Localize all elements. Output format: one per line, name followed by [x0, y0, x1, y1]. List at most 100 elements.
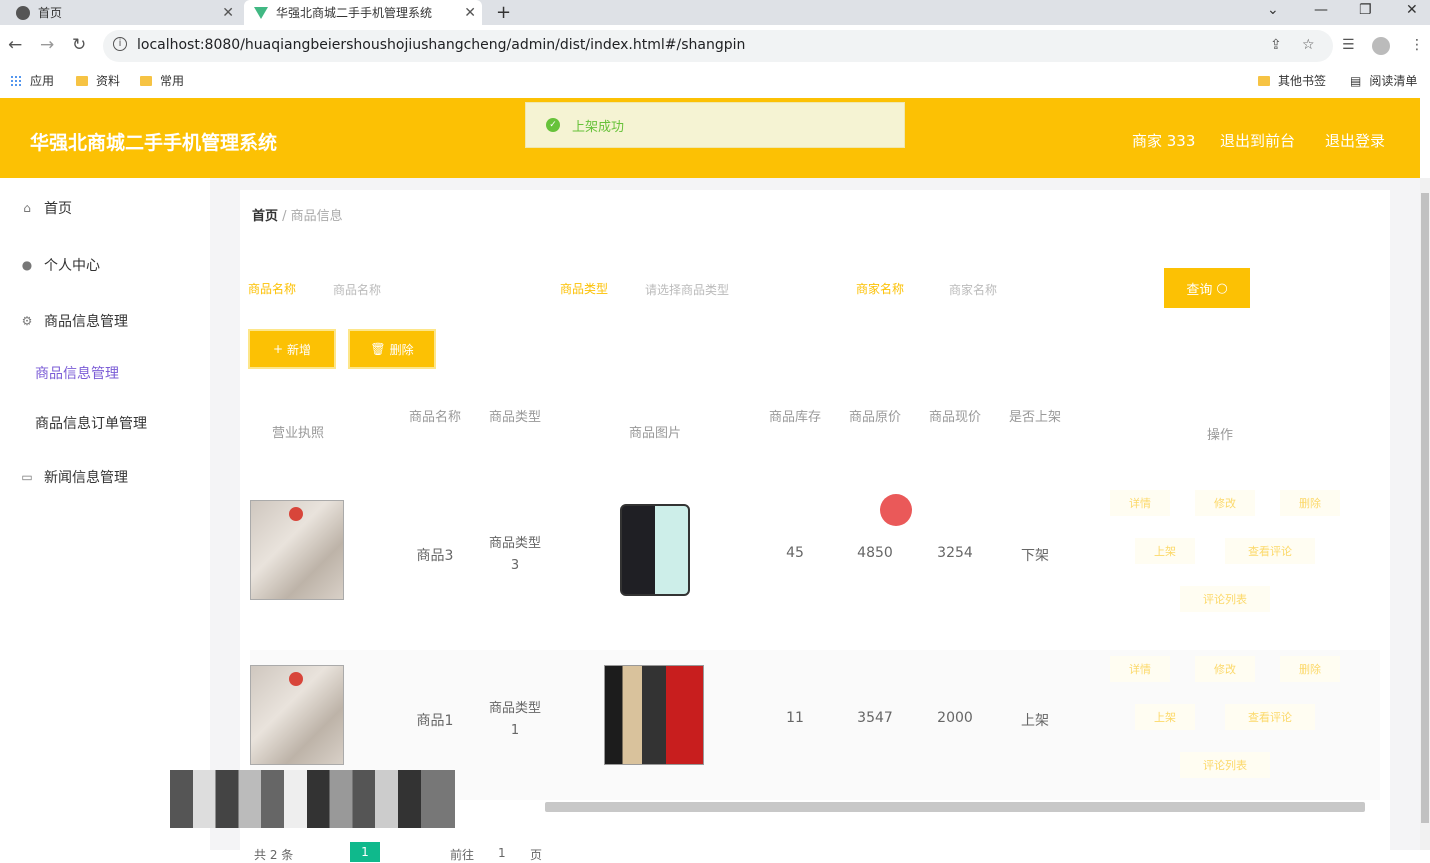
close-icon[interactable]: ✕ [464, 5, 476, 21]
bookmark-reading[interactable]: ▤ 阅读清单 [1350, 72, 1417, 89]
list-button[interactable]: 上架 [1135, 538, 1195, 564]
delete-label: 删除 [389, 342, 414, 357]
calendar-icon: ▭ [21, 470, 33, 484]
sidebar-item-label: 商品信息管理 [44, 314, 128, 330]
bookmark-label: 阅读清单 [1369, 74, 1418, 88]
close-icon[interactable]: ✕ [222, 5, 234, 21]
star-icon[interactable]: ☆ [1302, 37, 1315, 53]
view-comments-button[interactable]: 查看评论 [1225, 704, 1315, 730]
close-window-button[interactable]: ✕ [1406, 2, 1418, 18]
menu-icon[interactable]: ⋮ [1410, 37, 1424, 53]
add-button[interactable]: + 新增 [248, 329, 336, 369]
detail-button[interactable]: 详情 [1110, 656, 1170, 682]
edit-button[interactable]: 修改 [1195, 656, 1255, 682]
product-name-input[interactable]: 商品名称 [322, 272, 542, 302]
query-button[interactable]: 查询 ○ [1164, 268, 1250, 308]
info-icon[interactable]: i [113, 37, 127, 51]
type-line: 1 [510, 723, 520, 738]
content-panel: 首页 / 商品信息 商品名称 商品名称 商品类型 请选择商品类型 商家名称 商家… [240, 190, 1390, 862]
bookmark-label: 资料 [96, 74, 121, 88]
sidebar-subitem-order-manage[interactable]: 商品信息订单管理 [35, 413, 147, 433]
goto-input[interactable]: 1 [498, 846, 506, 860]
delete-row-button[interactable]: 删除 [1280, 656, 1340, 682]
logout-link[interactable]: 退出登录 [1325, 130, 1385, 151]
comment-list-button[interactable]: 评论列表 [1180, 586, 1270, 612]
restore-button[interactable]: ❐ [1359, 2, 1372, 18]
reload-icon[interactable]: ↻ [72, 35, 86, 55]
scrollbar-thumb[interactable] [1421, 193, 1429, 823]
sidebar-subitem-product-manage[interactable]: 商品信息管理 [35, 363, 119, 383]
column-header[interactable]: 商品现价 [910, 406, 1000, 425]
url-text: localhost:8080/huaqiangbeiershoushojiush… [137, 37, 746, 53]
listing-status: 下架 [1021, 548, 1049, 564]
original-price: 4850 [857, 545, 893, 561]
column-header[interactable]: 是否上架 [990, 406, 1080, 425]
edit-button[interactable]: 修改 [1195, 490, 1255, 516]
breadcrumb-home[interactable]: 首页 [252, 209, 278, 224]
breadcrumb-current: 商品信息 [290, 209, 343, 224]
product-image[interactable] [604, 665, 704, 765]
browser-tabbar: 首页 ✕ 华强北商城二手手机管理系统 ✕ + ⌄ — ❐ ✕ [0, 0, 1430, 25]
bookmark-folder[interactable]: 常用 [140, 72, 184, 89]
forward-icon[interactable]: → [40, 35, 54, 55]
user-icon: ● [21, 258, 33, 272]
bookmark-folder[interactable]: 资料 [76, 72, 120, 89]
merchant-name-input[interactable]: 商家名称 [938, 272, 1148, 302]
list-button[interactable]: 上架 [1135, 704, 1195, 730]
bookmark-other[interactable]: 其他书签 [1258, 72, 1326, 89]
comment-list-button[interactable]: 评论列表 [1180, 752, 1270, 778]
license-image[interactable] [250, 500, 344, 600]
reading-list-icon[interactable]: ☰ [1342, 37, 1355, 53]
reading-list-icon: ▤ [1350, 73, 1362, 88]
back-to-front-link[interactable]: 退出到前台 [1220, 130, 1295, 151]
sidebar-item-home[interactable]: ⌂ 首页 [20, 198, 72, 218]
minimize-button[interactable]: — [1314, 2, 1328, 18]
bookmark-apps[interactable]: 应用 [10, 72, 54, 89]
delete-button[interactable]: 🗑 删除 [348, 329, 436, 369]
product-name: 商品3 [416, 548, 454, 564]
view-comments-button[interactable]: 查看评论 [1225, 538, 1315, 564]
sidebar-item-profile[interactable]: ● 个人中心 [20, 255, 100, 275]
flower-shape [289, 507, 303, 521]
horizontal-scrollbar[interactable] [545, 802, 1365, 812]
column-header[interactable]: 商品类型 [470, 406, 560, 425]
bookmark-label: 常用 [160, 74, 185, 88]
delete-row-button[interactable]: 删除 [1280, 490, 1340, 516]
url-field[interactable]: i localhost:8080/huaqiangbeiershoushojiu… [103, 30, 1333, 62]
tab-search-icon[interactable]: ⌄ [1267, 2, 1279, 18]
apps-icon [10, 74, 22, 87]
license-image[interactable] [250, 665, 344, 765]
vertical-scrollbar[interactable] [1420, 178, 1430, 850]
column-header[interactable]: 商品名称 [390, 406, 480, 425]
product-image[interactable] [620, 504, 690, 596]
main-content: 首页 / 商品信息 商品名称 商品名称 商品类型 请选择商品类型 商家名称 商家… [210, 178, 1420, 862]
filter-label: 商家名称 [856, 282, 905, 296]
column-header[interactable]: 商品库存 [750, 406, 840, 425]
product-type: 商品类型 3 [470, 533, 560, 577]
folder-icon [76, 75, 88, 86]
original-price: 3547 [857, 710, 893, 726]
page-button-current[interactable]: 1 [350, 842, 380, 862]
current-price: 3254 [937, 545, 973, 561]
column-header: 商品图片 [628, 426, 681, 441]
new-tab-button[interactable]: + [496, 2, 511, 23]
product-name: 商品1 [416, 713, 454, 729]
back-icon[interactable]: ← [8, 35, 22, 55]
stock-value: 11 [786, 710, 804, 726]
sidebar-item-news[interactable]: ▭ 新闻信息管理 [20, 467, 128, 487]
plus-icon: + [272, 342, 284, 356]
detail-button[interactable]: 详情 [1110, 490, 1170, 516]
column-header[interactable]: 商品原价 [830, 406, 920, 425]
globe-icon [16, 5, 30, 20]
profile-icon[interactable] [1372, 37, 1390, 55]
sidebar-item-products[interactable]: ⚙ 商品信息管理 [20, 311, 128, 331]
browser-tab-home[interactable]: 首页 ✕ [8, 0, 240, 25]
browser-tab-active[interactable]: 华强北商城二手手机管理系统 ✕ [244, 0, 482, 25]
column-header: 营业执照 [271, 426, 324, 441]
sidebar-item-label: 个人中心 [44, 258, 100, 274]
tab-label: 首页 [38, 6, 63, 20]
product-type-select[interactable]: 请选择商品类型 [634, 272, 844, 302]
column-header: 操作 [1206, 428, 1233, 443]
share-icon[interactable]: ⇪ [1270, 37, 1282, 53]
check-icon: ✓ [546, 118, 560, 132]
